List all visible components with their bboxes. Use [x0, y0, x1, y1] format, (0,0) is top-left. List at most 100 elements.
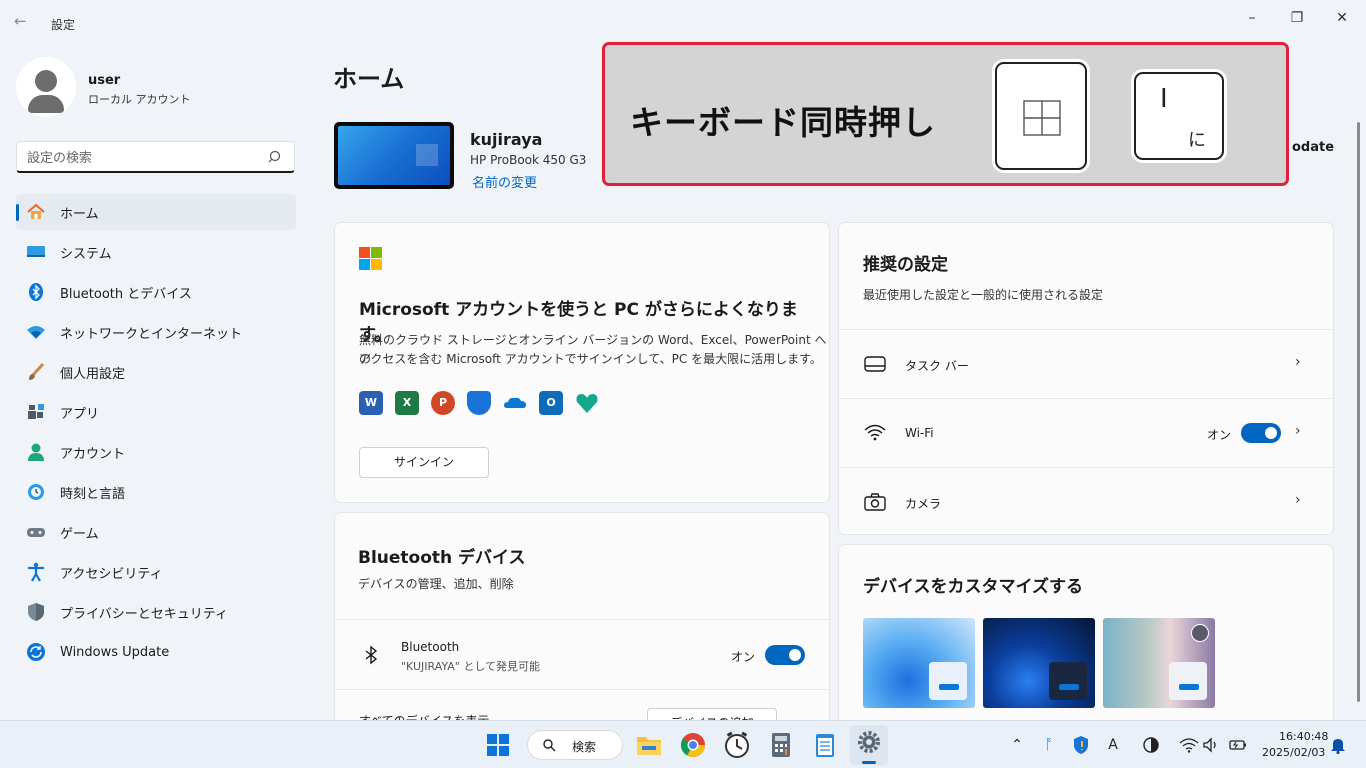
sidebar-item-system[interactable]: システム [16, 234, 296, 270]
bluetooth-toggle[interactable] [765, 645, 805, 665]
clock-date[interactable]: 2025/02/03 [1262, 746, 1325, 759]
recommended-heading: 推奨の設定 [863, 255, 948, 275]
recommended-row-taskbar[interactable]: タスク バー › [839, 329, 1333, 398]
apps-icon [28, 404, 44, 419]
sidebar-item-accessibility[interactable]: アクセシビリティ [16, 554, 296, 590]
wallpaper-option-dark[interactable] [983, 618, 1095, 708]
ime-icon[interactable]: A [1103, 735, 1123, 755]
recommended-row-camera[interactable]: カメラ › [839, 467, 1333, 534]
back-arrow-icon[interactable]: ← [14, 12, 34, 32]
overlay-text: キーボード同時押し [630, 103, 936, 142]
scrollbar-thumb[interactable] [1357, 122, 1360, 702]
taskbar-search[interactable]: 検索 [527, 730, 623, 760]
sidebar-item-label: ゲーム [60, 526, 99, 542]
settings-taskbar-item[interactable] [850, 725, 888, 765]
clock-app-icon[interactable] [721, 729, 753, 761]
search-input[interactable] [27, 148, 257, 168]
search-icon [543, 739, 556, 752]
windows-update-label[interactable]: odate [1292, 140, 1334, 155]
maximize-icon[interactable]: ❐ [1287, 8, 1307, 28]
sidebar-item-home[interactable]: ホーム [16, 194, 296, 230]
scrollbar[interactable] [1356, 112, 1362, 718]
wallpaper-option-spotlight[interactable] [1103, 618, 1215, 708]
start-icon[interactable] [482, 729, 514, 761]
sidebar-item-apps[interactable]: アプリ [16, 394, 296, 430]
bluetooth-row[interactable]: Bluetooth "KUJIRAYA" として発見可能 オン [335, 619, 829, 689]
signin-button[interactable]: サインイン [359, 447, 489, 478]
search-icon [268, 150, 281, 163]
game-icon [27, 528, 45, 537]
power-tray-icon[interactable] [1141, 735, 1161, 755]
i-key: I に [1134, 72, 1224, 160]
device-name: kujiraya [470, 130, 543, 149]
sidebar-item-label: システム [60, 246, 112, 262]
wifi-tray-icon[interactable] [1179, 735, 1199, 755]
microsoft-logo-icon [359, 247, 382, 270]
gear-icon [858, 731, 880, 753]
page-title: ホーム [333, 65, 405, 93]
update-icon [27, 643, 45, 661]
volume-icon[interactable] [1201, 735, 1221, 755]
avatar[interactable] [16, 57, 76, 117]
sidebar-item-label: ネットワークとインターネット [60, 326, 243, 342]
wallpaper-option-light[interactable] [863, 618, 975, 708]
add-device-button[interactable]: デバイスの追加 [647, 708, 777, 720]
recommended-card: 推奨の設定 最近使用した設定と一般的に使用される設定 タスク バー › Wi-F… [838, 222, 1334, 535]
notification-bell-icon[interactable] [1328, 735, 1348, 755]
excel-icon: X [395, 391, 419, 415]
sidebar-item-label: アカウント [60, 446, 126, 462]
sidebar-item-accounts[interactable]: アカウント [16, 434, 296, 470]
sidebar-item-label: プライバシーとセキュリティ [60, 606, 228, 622]
taskbar-icon [864, 356, 886, 372]
battery-icon[interactable] [1227, 735, 1247, 755]
sidebar-item-label: ホーム [60, 206, 99, 222]
sidebar-item-label: 時刻と言語 [60, 486, 126, 502]
sidebar-item-time-language[interactable]: 時刻と言語 [16, 474, 296, 510]
chevron-up-icon[interactable]: ⌃ [1007, 735, 1027, 755]
device-model: HP ProBook 450 G3 [470, 153, 587, 167]
file-explorer-icon[interactable] [633, 729, 665, 761]
all-devices-label: すべてのデバイスを表示 [359, 712, 489, 720]
defender-tray-icon[interactable] [1071, 735, 1091, 755]
search-box[interactable] [16, 141, 295, 173]
ms-card-desc-2: アクセスを含む Microsoft アカウントでサインインして、PC を最大限に… [359, 352, 822, 366]
wifi-toggle[interactable] [1241, 423, 1281, 443]
sidebar-item-windows-update[interactable]: Windows Update [16, 634, 296, 670]
powerpoint-icon: P [431, 391, 455, 415]
camera-icon [864, 493, 886, 511]
network-icon [27, 326, 45, 339]
sidebar-item-bluetooth[interactable]: Bluetooth とデバイス [16, 274, 296, 310]
accessibility-icon [28, 562, 44, 582]
recommended-row-wifi[interactable]: Wi-Fi オン › [839, 398, 1333, 467]
bt-card-heading: Bluetooth デバイス [358, 548, 526, 568]
device-thumbnail [334, 122, 454, 189]
i-key-char: I [1160, 84, 1168, 114]
user-name: user [88, 73, 121, 88]
bluetooth-icon [29, 283, 43, 301]
sidebar-item-network[interactable]: ネットワークとインターネット [16, 314, 296, 350]
notepad-icon[interactable] [809, 729, 841, 761]
all-devices-row[interactable]: すべてのデバイスを表示 デバイスの追加 [335, 689, 829, 720]
window-title: 設定 [51, 18, 76, 32]
clock-time[interactable]: 16:40:48 [1279, 730, 1328, 743]
taskbar-search-label: 検索 [572, 740, 597, 754]
customize-card: デバイスをカスタマイズする [838, 544, 1334, 720]
rename-link[interactable]: 名前の変更 [472, 172, 537, 191]
chrome-icon[interactable] [677, 729, 709, 761]
sidebar-item-label: Windows Update [60, 644, 170, 660]
bluetooth-sub: "KUJIRAYA" として発見可能 [401, 660, 541, 673]
sidebar-item-label: 個人用設定 [60, 366, 126, 382]
calculator-icon[interactable] [765, 729, 797, 761]
sidebar-item-privacy[interactable]: プライバシーとセキュリティ [16, 594, 296, 630]
sidebar-item-label: Bluetooth とデバイス [60, 286, 192, 302]
close-icon[interactable]: ✕ [1332, 8, 1352, 28]
sidebar-item-personalization[interactable]: 個人用設定 [16, 354, 296, 390]
sidebar-item-gaming[interactable]: ゲーム [16, 514, 296, 550]
shield-icon [28, 603, 44, 621]
spotlight-icon [1191, 624, 1209, 642]
taskbar: 検索 ⌃ ᚩ A 16:40:48 2025/02/03 [0, 720, 1366, 768]
minimize-icon[interactable]: – [1242, 8, 1262, 28]
bluetooth-label: Bluetooth [401, 640, 460, 654]
wifi-label: Wi-Fi [905, 426, 934, 440]
bluetooth-tray-icon[interactable]: ᚩ [1039, 735, 1059, 755]
